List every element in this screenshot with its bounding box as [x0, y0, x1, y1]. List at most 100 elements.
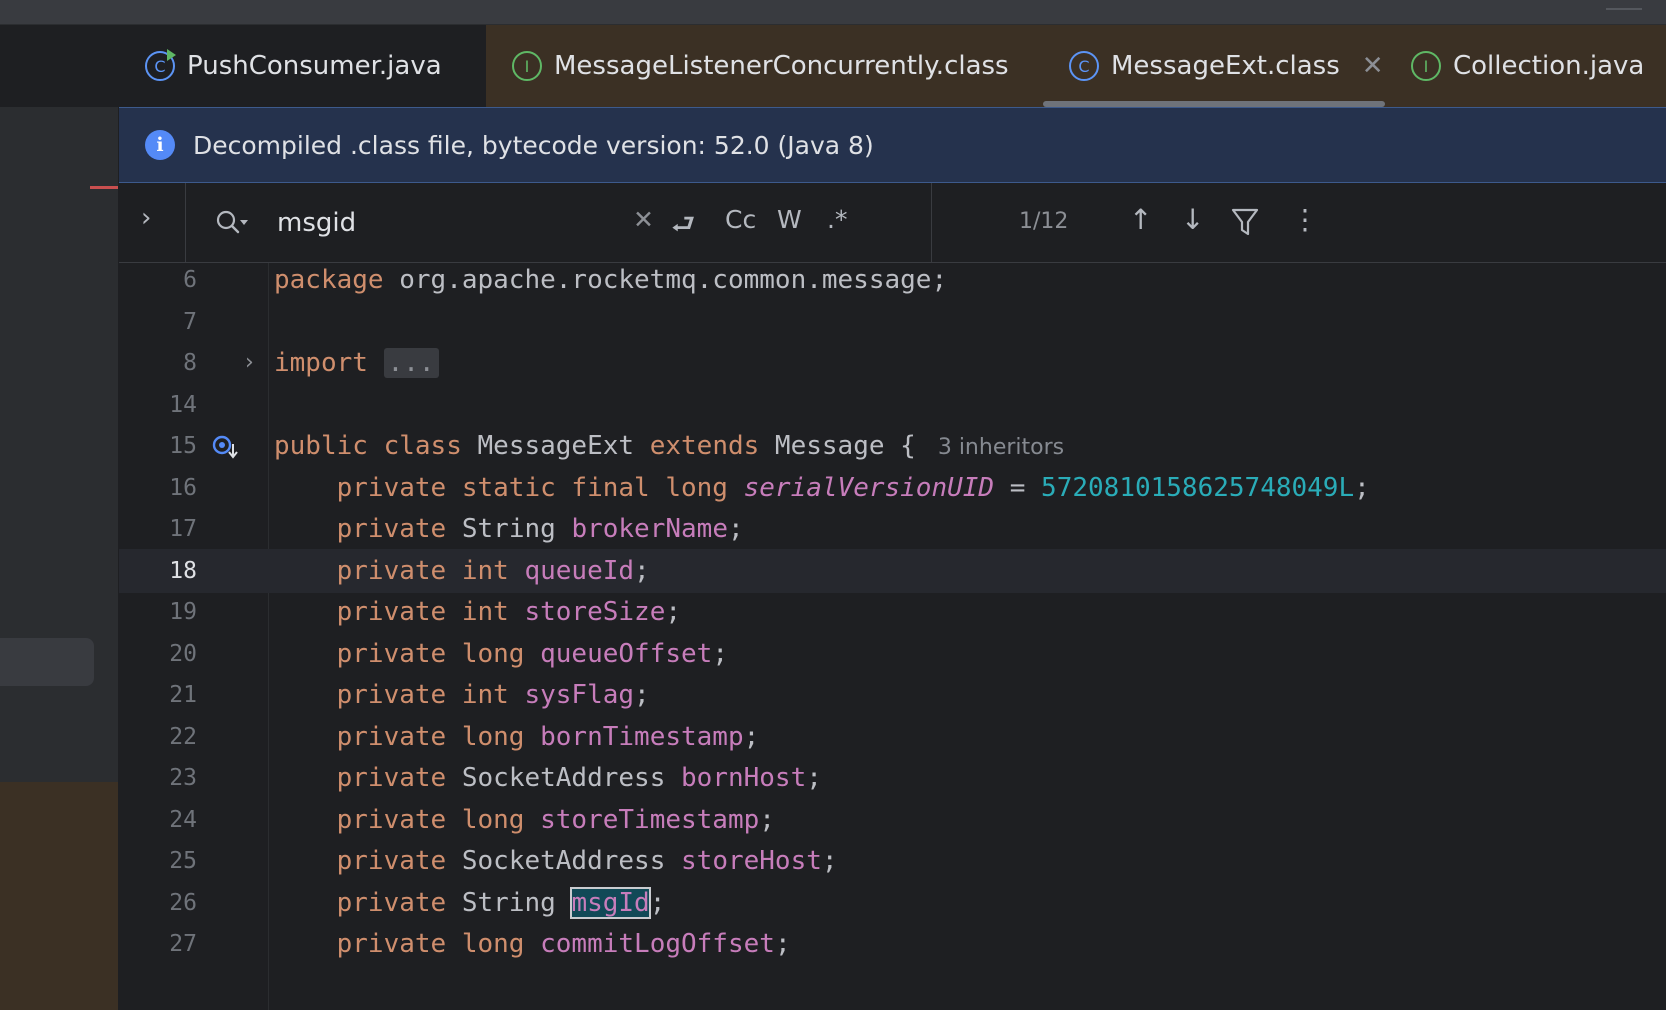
clear-search-icon[interactable]: ✕: [633, 205, 654, 234]
code-line[interactable]: 25 private SocketAddress storeHost;: [119, 839, 1666, 883]
keyword: public: [274, 431, 368, 461]
field-name: commitLogOffset: [540, 929, 775, 959]
code-line[interactable]: 20 private long queueOffset;: [119, 632, 1666, 676]
code-text: SocketAddress: [446, 846, 682, 876]
line-number[interactable]: 15: [119, 424, 197, 468]
keyword: private static final long: [336, 472, 728, 503]
search-icon[interactable]: [215, 209, 249, 237]
code-content: private String msgId;: [274, 881, 665, 925]
line-number[interactable]: 27: [119, 922, 197, 966]
filter-icon[interactable]: [1231, 207, 1259, 237]
tab-message-ext[interactable]: C MessageExt.class ✕: [1043, 25, 1385, 107]
line-number[interactable]: 22: [119, 715, 197, 759]
line-number[interactable]: 19: [119, 590, 197, 634]
code-line[interactable]: 27 private long commitLogOffset;: [119, 922, 1666, 966]
tab-collection[interactable]: I Collection.java: [1385, 25, 1666, 107]
match-case-toggle[interactable]: Cc: [725, 205, 756, 234]
title-bar-control[interactable]: [1606, 0, 1642, 10]
inheritors-hint[interactable]: 3 inheritors: [938, 435, 1064, 460]
code-text: Message {: [759, 431, 916, 461]
folded-imports[interactable]: ...: [383, 348, 439, 378]
banner-text: Decompiled .class file, bytecode version…: [193, 130, 874, 160]
line-number[interactable]: 6: [119, 263, 197, 302]
line-number[interactable]: 21: [119, 673, 197, 717]
implemented-down-icon[interactable]: [211, 434, 239, 460]
code-text: ;: [649, 887, 666, 918]
expand-replace-icon[interactable]: ›: [141, 203, 151, 233]
code-content: private long storeTimestamp;: [274, 798, 775, 842]
code-content: public class MessageExt extends Message …: [274, 424, 1064, 470]
code-line[interactable]: 23 private SocketAddress bornHost;: [119, 756, 1666, 800]
close-tab-icon[interactable]: ✕: [1362, 51, 1384, 81]
line-number[interactable]: 24: [119, 798, 197, 842]
code-line[interactable]: 19 private int storeSize;: [119, 590, 1666, 634]
keyword: private: [336, 846, 447, 876]
code-content: private static final long serialVersionU…: [274, 466, 1370, 510]
whole-words-toggle[interactable]: W: [777, 205, 802, 234]
tab-push-consumer[interactable]: C PushConsumer.java: [119, 25, 486, 107]
keyword: private: [336, 887, 447, 918]
code-text: ;: [774, 929, 791, 959]
code-line[interactable]: 16 private static final long serialVersi…: [119, 466, 1666, 510]
code-text: ;: [634, 555, 650, 586]
line-number[interactable]: 18: [119, 549, 197, 593]
field-name: storeHost: [681, 846, 822, 876]
keyword: private int: [336, 597, 509, 627]
previous-occurrence-icon[interactable]: ↑: [1129, 203, 1152, 236]
code-editor[interactable]: 6 package org.apache.rocketmq.common.mess…: [119, 263, 1666, 1010]
side-panel-lower-area: [0, 782, 118, 1010]
project-side-panel: [0, 25, 118, 1010]
code-text: MessageExt: [461, 431, 650, 461]
fold-toggle-icon[interactable]: ›: [245, 341, 254, 385]
code-text: ;: [1354, 472, 1370, 503]
code-line[interactable]: 26 private String msgId;: [119, 881, 1666, 925]
line-number[interactable]: 26: [119, 881, 197, 925]
code-line[interactable]: 6 package org.apache.rocketmq.common.mess…: [119, 263, 1666, 302]
info-icon: i: [145, 130, 175, 160]
line-number[interactable]: 20: [119, 632, 197, 676]
code-text: ;: [806, 763, 822, 793]
code-line[interactable]: 15 public class MessageExt extends Messag…: [119, 424, 1666, 468]
code-line[interactable]: 22 private long bornTimestamp;: [119, 715, 1666, 759]
interface-icon: I: [1411, 51, 1441, 81]
tab-message-listener-concurrently[interactable]: I MessageListenerConcurrently.class: [486, 25, 1043, 107]
divider: [931, 183, 932, 263]
line-number[interactable]: 8: [119, 341, 197, 385]
side-panel-selected-item[interactable]: [0, 638, 94, 686]
code-text: SocketAddress: [446, 763, 682, 793]
search-match: msgId: [570, 886, 651, 919]
code-line[interactable]: 21 private int sysFlag;: [119, 673, 1666, 717]
line-number[interactable]: 14: [119, 383, 197, 427]
regex-toggle[interactable]: .*: [827, 205, 847, 234]
code-content: private long commitLogOffset;: [274, 922, 791, 966]
editor-tab-bar: C PushConsumer.java I MessageListenerCon…: [119, 25, 1666, 107]
line-number[interactable]: 17: [119, 507, 197, 551]
code-line[interactable]: 14: [119, 383, 1666, 427]
code-text: ;: [759, 804, 775, 835]
more-options-icon[interactable]: ⋮: [1291, 203, 1319, 236]
code-content: private SocketAddress storeHost;: [274, 839, 838, 883]
next-occurrence-icon[interactable]: ↓: [1181, 203, 1204, 236]
code-line[interactable]: 24 private long storeTimestamp;: [119, 798, 1666, 842]
ide-window: C PushConsumer.java I MessageListenerCon…: [0, 0, 1666, 1010]
line-number[interactable]: 23: [119, 756, 197, 800]
line-number[interactable]: 25: [119, 839, 197, 883]
multiline-icon[interactable]: ⮐: [671, 205, 695, 251]
code-line[interactable]: 8 › import ...: [119, 341, 1666, 385]
match-count: 1/12: [1019, 209, 1069, 234]
line-number[interactable]: 16: [119, 466, 197, 510]
code-line[interactable]: 17 private String brokerName;: [119, 507, 1666, 551]
code-content: private SocketAddress bornHost;: [274, 756, 822, 800]
line-number[interactable]: 7: [119, 300, 197, 344]
code-line[interactable]: 7: [119, 300, 1666, 344]
code-line[interactable]: 18 private int queueId;: [119, 548, 1666, 593]
code-text: ;: [743, 721, 760, 752]
search-input[interactable]: [277, 201, 637, 245]
